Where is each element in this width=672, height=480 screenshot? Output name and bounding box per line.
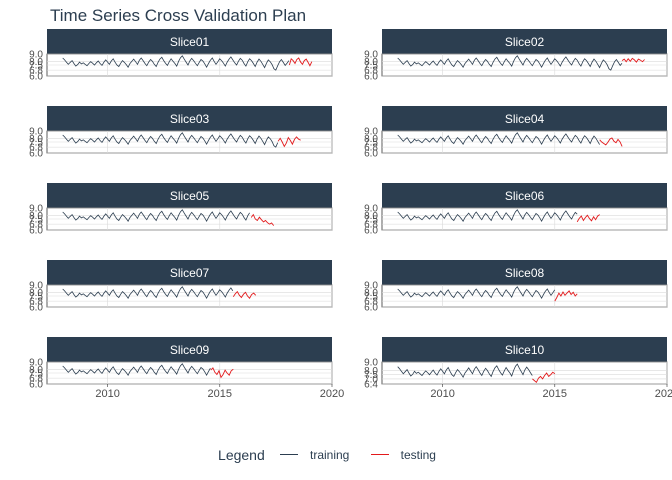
y-tick-label: 9.0 (364, 127, 378, 138)
facet-strip-label: Slice08 (505, 266, 545, 280)
legend-label-testing: testing (400, 447, 436, 462)
y-tick-label: 9.0 (29, 281, 43, 292)
y-tick-label: 9.0 (364, 281, 378, 292)
facet-strip-label: Slice10 (505, 343, 545, 357)
y-tick-label: 9.0 (29, 50, 43, 61)
y-tick-label: 9.0 (29, 127, 43, 138)
y-tick-label: 9.0 (364, 204, 378, 215)
facet-strip-label: Slice03 (170, 112, 210, 126)
facet-slice08: Slice086.06.87.58.09.0 (364, 260, 668, 314)
facet-line-chart: Slice016.06.87.58.09.0 Slice026.06.87.58.… (29, 29, 672, 400)
legend-key-training (280, 454, 299, 456)
facet-slice09: Slice096.06.87.58.09.02010 2015 2020 (29, 337, 344, 400)
legend: Legend training testing (0, 446, 672, 463)
y-tick-label: 9.0 (29, 204, 43, 215)
facet-strip-label: Slice05 (170, 189, 210, 203)
x-tick-label: 2010 (430, 388, 454, 400)
facet-slice04: Slice046.06.87.58.09.0 (364, 106, 668, 160)
facet-slice05: Slice056.06.87.58.09.0 (29, 183, 333, 237)
x-tick-label: 2020 (320, 388, 344, 400)
facet-strip-label: Slice02 (505, 35, 545, 49)
x-tick-label: 2015 (208, 388, 232, 400)
legend-key-testing (370, 454, 389, 456)
legend-title: Legend (218, 446, 265, 463)
facet-strip-label: Slice07 (170, 266, 210, 280)
facet-slice07: Slice076.06.87.58.09.0 (29, 260, 333, 314)
x-tick-label: 2010 (95, 388, 119, 400)
facet-slice10: Slice106.47.07.58.09.0201020152020 (364, 337, 672, 400)
facet-panel (381, 361, 668, 385)
facet-strip-label: Slice09 (170, 343, 210, 357)
y-tick-label: 9.0 (29, 358, 43, 369)
facet-slice03: Slice036.06.87.58.09.0 (29, 106, 333, 160)
facet-strip-label: Slice01 (170, 35, 210, 49)
facet-strip-label: Slice04 (505, 112, 545, 126)
facet-slice06: Slice066.06.87.58.09.0 (364, 183, 668, 237)
facet-slice01: Slice016.06.87.58.09.0 (29, 29, 333, 83)
y-tick-label: 9.0 (364, 50, 378, 61)
y-tick-label: 9.0 (364, 358, 378, 369)
legend-label-training: training (310, 447, 350, 462)
x-tick-label: 2020 (655, 388, 672, 400)
facet-strip-label: Slice06 (505, 189, 545, 203)
facet-slice02: Slice026.06.87.58.09.0 (364, 29, 668, 83)
x-tick-label: 2015 (543, 388, 567, 400)
